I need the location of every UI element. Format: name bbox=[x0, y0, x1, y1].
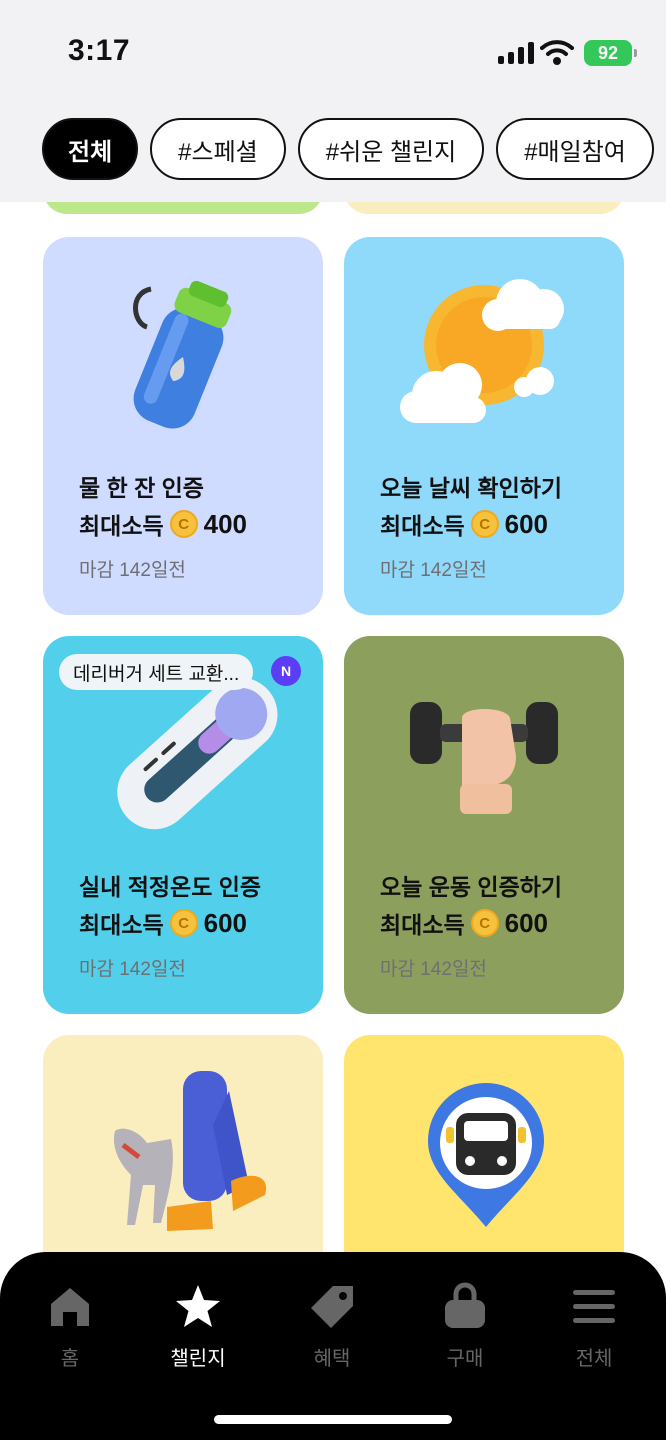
reward-label: 최대소득 bbox=[79, 912, 164, 938]
card-deadline: 마감 142일전 bbox=[380, 959, 487, 980]
menu-icon bbox=[573, 1290, 615, 1323]
tab-label: 전체 bbox=[575, 1348, 613, 1370]
tab-label: 챌린지 bbox=[170, 1348, 226, 1370]
tab-all[interactable]: 전체 bbox=[534, 1282, 654, 1371]
home-icon bbox=[51, 1288, 89, 1326]
card-title: 오늘 운동 인증하기 bbox=[380, 874, 563, 900]
tab-label: 구매 bbox=[446, 1348, 484, 1370]
promo-label: 데리버거 세트 교환... bbox=[59, 654, 254, 690]
coin-icon: C bbox=[470, 510, 499, 538]
dog-walk-icon bbox=[113, 1071, 267, 1231]
home-indicator bbox=[214, 1415, 452, 1424]
card-reward: 최대소득 C 600 bbox=[380, 507, 548, 541]
reward-label: 최대소득 bbox=[380, 513, 465, 539]
tag-icon bbox=[311, 1286, 353, 1328]
coin-icon: C bbox=[470, 909, 499, 937]
card-deadline: 마감 142일전 bbox=[380, 560, 487, 581]
card-reward: 최대소득 C 400 bbox=[79, 507, 247, 541]
tab-home[interactable]: 홈 bbox=[10, 1282, 130, 1371]
chip-easy[interactable]: #쉬운 챌린지 bbox=[297, 118, 485, 180]
sun-cloud-icon bbox=[400, 279, 564, 423]
dumbbell-icon bbox=[410, 702, 558, 814]
card-reward: 최대소득 C 600 bbox=[79, 906, 247, 940]
reward-value: 600 bbox=[504, 508, 549, 539]
tab-benefits[interactable]: 혜택 bbox=[272, 1282, 392, 1371]
new-badge: N bbox=[271, 656, 301, 686]
challenge-card[interactable]: 데리버거 세트 교환... N 실내 적정온도 인증 최대소득 C 600 마감… bbox=[43, 636, 323, 1014]
challenge-card[interactable]: 오늘 운동 인증하기 최대소득 C 600 마감 142일전 bbox=[344, 636, 624, 1014]
chip-daily[interactable]: #매일참여 bbox=[496, 118, 654, 180]
card-deadline: 마감 142일전 bbox=[79, 959, 186, 980]
card-title: 오늘 날씨 확인하기 bbox=[380, 475, 563, 501]
tab-purchase[interactable]: 구매 bbox=[405, 1282, 525, 1371]
reward-value: 600 bbox=[504, 907, 549, 938]
bus-pin-icon bbox=[428, 1083, 544, 1227]
coin-icon: C bbox=[169, 909, 198, 937]
reward-value: 600 bbox=[203, 907, 248, 938]
card-title: 물 한 잔 인증 bbox=[79, 475, 204, 501]
tab-label: 혜택 bbox=[313, 1348, 351, 1370]
tab-label: 홈 bbox=[60, 1348, 80, 1370]
chip-all[interactable]: 전체 bbox=[42, 118, 139, 180]
wifi-icon bbox=[540, 40, 574, 65]
status-time: 3:17 bbox=[68, 34, 131, 67]
star-icon bbox=[176, 1285, 220, 1327]
challenge-screen: 3:17 92 전체 #스페셜 #쉬운 챌린지 #매일참여 # bbox=[0, 0, 666, 1440]
coin-icon: C bbox=[169, 510, 198, 538]
card-deadline: 마감 142일전 bbox=[79, 560, 186, 581]
bottom-tab-bar: 홈 챌린지 혜택 구매 전체 bbox=[0, 1252, 666, 1440]
reward-label: 최대소득 bbox=[79, 513, 164, 539]
bag-icon bbox=[445, 1282, 485, 1328]
challenge-card[interactable]: 물 한 잔 인증 최대소득 C 400 마감 142일전 bbox=[43, 237, 323, 615]
challenge-card[interactable]: 오늘 날씨 확인하기 최대소득 C 600 마감 142일전 bbox=[344, 237, 624, 615]
header: 3:17 92 전체 #스페셜 #쉬운 챌린지 #매일참여 # bbox=[0, 0, 666, 202]
category-chips: 전체 #스페셜 #쉬운 챌린지 #매일참여 # bbox=[42, 118, 666, 180]
water-bottle-icon bbox=[133, 280, 232, 429]
card-reward: 최대소득 C 600 bbox=[380, 906, 548, 940]
battery-icon: 92 bbox=[584, 40, 637, 66]
cellular-signal-icon bbox=[498, 42, 534, 64]
reward-value: 400 bbox=[203, 508, 248, 539]
chip-special[interactable]: #스페셜 bbox=[150, 118, 286, 180]
card-title: 실내 적정온도 인증 bbox=[79, 874, 262, 900]
tab-challenge[interactable]: 챌린지 bbox=[138, 1282, 258, 1371]
reward-label: 최대소득 bbox=[380, 912, 465, 938]
